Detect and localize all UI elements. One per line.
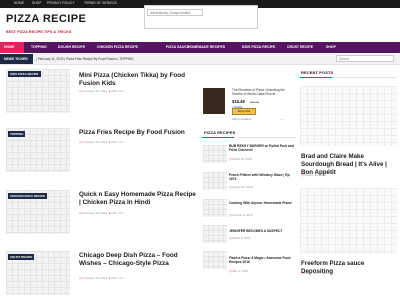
- post-meta: ◷ February 10, 2020 ● tahir □ 0: [79, 211, 124, 215]
- main-nav: HOME TOPPING DOUGH RECIPE CHICKEN PIZZA …: [0, 42, 400, 53]
- widget-post-title[interactable]: Flash a Pizza: 8 Magic / Awesome Food Re…: [229, 256, 295, 264]
- widget-post-date: ◷ October 8, 2018: [229, 213, 253, 217]
- widget-post-date: ◷ May 9, 2018: [229, 269, 248, 273]
- ad-old-price: $22.00: [250, 100, 260, 104]
- widget-post-title[interactable]: BUB REKKY BURGER w/ Pulled Pork and Frie…: [229, 144, 295, 152]
- post-meta: ◷ February 12, 2020 ● tahir □ 0: [79, 140, 124, 144]
- post-meta: ◷ February 10, 2020 ● tahir □ 0: [79, 276, 124, 280]
- recent-post-image[interactable]: [300, 86, 397, 146]
- nav-item-shop[interactable]: SHOP: [326, 45, 336, 49]
- search-dropdown: [144, 5, 258, 29]
- nav-item-pizza-sauce[interactable]: PIZZA SAUCE: [166, 45, 189, 49]
- header-search-input[interactable]: Search: [336, 55, 394, 62]
- post-meta: ◷ February 15, 2020 ● tahir □ 0: [79, 89, 124, 93]
- post-title[interactable]: Mini Pizza (Chicken Tikka) by Food Fusio…: [79, 72, 199, 88]
- search-input[interactable]: [147, 9, 203, 16]
- widget-thumbnail[interactable]: [203, 172, 227, 190]
- category-badge[interactable]: KIDS PIZZA RECIPE: [8, 71, 41, 77]
- topbar-link-terms[interactable]: TERMS OF SERVICE: [84, 1, 117, 5]
- ad-title[interactable]: The Elements of Pizza: Unlocking the Sec…: [232, 88, 292, 96]
- widget-post-date: ◷ August 12, 2018: [229, 185, 253, 189]
- widget-thumbnail[interactable]: [203, 225, 227, 243]
- ad-price: $16.49: [232, 99, 245, 104]
- category-badge[interactable]: TOPPING: [8, 131, 26, 137]
- widget-accent-line: [202, 137, 234, 138]
- widget-thumbnail[interactable]: [203, 145, 227, 163]
- site-title[interactable]: PIZZA RECIPE: [6, 13, 86, 25]
- ad-book-image[interactable]: [203, 88, 225, 114]
- widget-post-title[interactable]: Peach Fritters with Whiskey Glaze | Ep. …: [229, 173, 295, 181]
- recent-posts-heading: RECENT POSTS: [301, 70, 334, 75]
- news-ticker-label: NEWS TICKER: [0, 54, 33, 64]
- nav-item-homemade-recipes[interactable]: HOMEMADE RECIPES: [188, 45, 225, 49]
- widget-thumbnail[interactable]: [203, 199, 227, 217]
- ad-footer[interactable]: Ads by Amazon: [232, 117, 251, 121]
- widget-accent-line: [300, 77, 332, 78]
- category-badge[interactable]: CHICKEN PIZZA RECIPE: [8, 193, 48, 199]
- topbar-link-shop[interactable]: SHOP: [32, 1, 41, 5]
- topbar-link-home[interactable]: HOME: [14, 1, 24, 5]
- post-title[interactable]: Quick n Easy Homemade Pizza Recipe | Chi…: [79, 191, 199, 207]
- nav-item-kids-pizza-recipe[interactable]: KIDS PIZZA RECIPE: [242, 45, 275, 49]
- widget-post-title[interactable]: JENNIFER BECOMES A SUSPECT: [229, 229, 295, 233]
- nav-item-dough-recipe[interactable]: DOUGH RECIPE: [58, 45, 85, 49]
- news-ticker-text[interactable]: | February 11, 2020 | Pizza Fries Recipe…: [36, 57, 134, 61]
- topbar-link-privacy[interactable]: PRIVACY POLICY: [47, 1, 75, 5]
- site-tagline: BEST PIZZA RECIPE,TIPS & TRICKS: [6, 30, 72, 34]
- nav-item-crust-recipe[interactable]: CRUST RECIPE: [287, 45, 313, 49]
- ad-nav-arrows[interactable]: ‹ ›: [280, 117, 283, 121]
- nav-item-chicken-pizza-recipe[interactable]: CHICKEN PIZZA RECIPE: [97, 45, 138, 49]
- nav-item-home[interactable]: HOME: [0, 42, 24, 53]
- recent-post-date: ◷ August 15, 2018: [301, 173, 327, 177]
- ad-shop-button[interactable]: Shop now: [232, 108, 256, 115]
- widget-post-title[interactable]: Cooking With Alyssa: Homemade Pizza!: [229, 201, 295, 205]
- category-badge[interactable]: CRUST RECIPE: [8, 254, 35, 260]
- recent-post-date: ◷ December 3, 2018: [301, 271, 330, 275]
- nav-item-topping[interactable]: TOPPING: [31, 45, 47, 49]
- post-title[interactable]: Pizza Fries Recipe By Food Fusion: [79, 129, 199, 137]
- widget-post-date: ◷ March 25, 2018: [229, 157, 252, 161]
- widget-post-date: ◷ March 8, 2018: [229, 236, 251, 240]
- post-title[interactable]: Chicago Deep Dish Pizza – Food Wishes – …: [79, 252, 199, 268]
- widget-thumbnail[interactable]: [203, 251, 227, 269]
- recent-post-image[interactable]: [300, 188, 397, 254]
- pizza-recipes-heading: PIZZA RECIPES: [204, 130, 236, 135]
